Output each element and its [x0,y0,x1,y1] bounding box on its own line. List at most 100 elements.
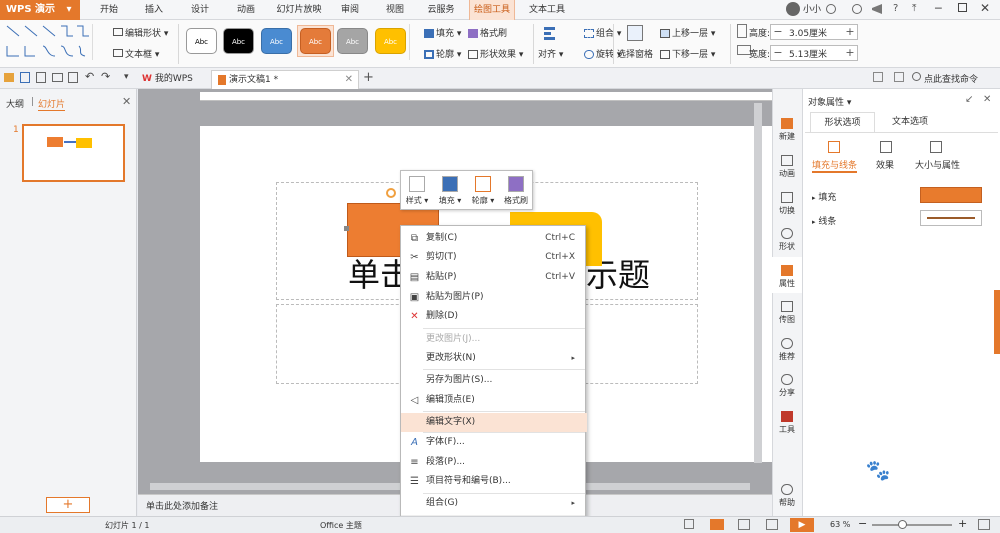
rail-new-button[interactable]: 新建 [772,118,802,142]
tab-outline[interactable]: 大纲 [6,97,24,110]
menu-item-delete[interactable]: ✕ 删除(D) [401,307,587,326]
mini-format-painter-button[interactable]: 格式刷 [500,171,532,206]
reading-view-icon[interactable] [766,519,778,530]
app-menu-button[interactable]: WPS 演示 ▾ [0,0,80,20]
shape-style-gray[interactable]: Abc [337,28,368,54]
menu-item-copy[interactable]: ⧉ 复制(C) Ctrl+C [401,229,587,248]
menu-item-group[interactable]: 组合(G) ▸ [401,494,587,513]
mini-style-button[interactable]: 样式 ▾ [401,171,433,206]
save-icon[interactable] [20,72,30,83]
line-row[interactable]: ▸ 线条 [812,214,836,227]
outline-button[interactable]: 轮廓 ▾ [424,47,461,60]
shape-style-white[interactable]: Abc [186,28,217,54]
fill-button[interactable]: 填充 ▾ [424,26,461,39]
close-tab-icon[interactable]: ✕ [345,71,353,89]
shape-style-yellow[interactable]: Abc [375,28,406,54]
print-icon[interactable] [52,73,63,82]
width-decrement-button[interactable]: − [771,46,785,60]
horizontal-ruler[interactable] [200,92,772,101]
search-icon[interactable] [912,72,921,81]
tab-design[interactable]: 设计 [186,0,214,20]
add-slide-button[interactable]: + [46,497,90,513]
preview-icon[interactable] [68,72,78,83]
width-value[interactable]: 5.13厘米 [789,47,827,60]
bring-forward-button[interactable]: 上移一层 ▾ [660,26,715,39]
play-slideshow-icon[interactable]: ▶ [790,518,814,532]
dock-icon[interactable]: ↙ [965,94,973,105]
format-painter-button[interactable]: 格式刷 [468,26,507,39]
menu-item-edit-text[interactable]: 编辑文字(X) [401,413,587,432]
avatar[interactable] [786,2,800,16]
zoom-slider[interactable] [872,524,952,526]
mini-outline-button[interactable]: 轮廓 ▾ [467,171,499,206]
menu-item-bullets[interactable]: ☰ 项目符号和编号(B)... [401,472,587,491]
shape-effect-button[interactable]: 形状效果 ▾ [468,47,523,60]
skin-icon[interactable] [873,72,883,82]
zoom-out-button[interactable]: − [858,517,867,530]
rail-shape-button[interactable]: 形状 [772,228,802,252]
selection-pane-icon[interactable] [627,25,643,41]
tab-slides[interactable]: 幻灯片 [38,97,66,111]
rotate-button[interactable]: 旋转 ▾ [584,47,621,60]
height-decrement-button[interactable]: − [771,25,785,39]
height-increment-button[interactable]: + [843,25,857,39]
rail-animation-button[interactable]: 动画 [772,155,802,179]
fill-row[interactable]: ▸ 填充 [812,190,836,203]
menu-item-change-picture[interactable]: 更改图片(J)... [401,330,587,349]
notes-toggle-icon[interactable] [684,519,694,529]
tab-shape-options[interactable]: 形状选项 [810,112,875,132]
minimize-icon[interactable]: ─ [935,2,942,15]
panel-edge-tab[interactable] [994,290,1000,354]
edit-shape-button[interactable]: 编辑形状 ▾ [113,26,168,39]
export-pdf-icon[interactable] [36,72,46,83]
user-name[interactable]: 小小 [803,0,821,20]
subtab-fill-line[interactable]: 填充与线条 [812,158,858,173]
width-increment-button[interactable]: + [843,46,857,60]
vertical-scrollbar[interactable] [754,103,762,463]
rail-transition-button[interactable]: 切换 [772,192,802,216]
line-shapes-gallery[interactable] [5,24,93,60]
tab-slideshow[interactable]: 幻灯片放映 [274,0,324,20]
rail-properties-button[interactable]: 属性 [772,265,802,289]
height-value[interactable]: 3.05厘米 [789,26,827,39]
mini-fill-button[interactable]: 填充 ▾ [434,171,466,206]
tab-my-wps[interactable]: W 我的WPS [136,70,199,89]
open-folder-icon[interactable] [4,73,14,82]
rail-share-button[interactable]: 分享 [772,374,802,398]
undo-icon[interactable]: ↶ [85,70,94,83]
maximize-icon[interactable] [958,3,967,12]
rail-help-button[interactable]: 帮助 [772,484,802,508]
shape-style-blue[interactable]: Abc [261,28,292,54]
style-gallery-scroll[interactable] [409,24,418,60]
tab-home[interactable]: 开始 [96,0,122,20]
menu-item-save-as-picture[interactable]: 另存为图片(S)... [401,371,587,390]
tab-animation[interactable]: 动画 [232,0,260,20]
slide-sorter-icon[interactable] [738,519,750,530]
tab-cloud[interactable]: 云服务 [422,0,460,20]
text-box-button[interactable]: 文本框 ▾ [113,47,159,60]
tab-insert[interactable]: 插入 [140,0,168,20]
slide-thumbnail[interactable] [22,124,125,182]
shape-style-black[interactable]: Abc [223,28,254,54]
menu-item-paste[interactable]: ▤ 粘贴(P) Ctrl+V [401,268,587,287]
resize-handle[interactable] [344,226,349,231]
menu-item-cut[interactable]: ✂ 剪切(T) Ctrl+X [401,248,587,267]
normal-view-icon[interactable] [710,519,724,530]
tab-text-options[interactable]: 文本选项 [880,112,940,132]
send-backward-button[interactable]: 下移一层 ▾ [660,47,715,60]
menu-item-paragraph[interactable]: ≡ 段落(P)... [401,453,587,472]
command-search-input[interactable]: 点此查找命令 [924,72,978,85]
rail-tools-button[interactable]: 工具 [772,411,802,435]
menu-item-edit-points[interactable]: ◁ 编辑顶点(E) [401,391,587,410]
share-icon[interactable] [872,4,882,14]
close-panel-icon[interactable]: ✕ [122,95,131,108]
align-icon[interactable] [542,25,558,41]
line-style-swatch[interactable] [920,210,982,226]
zoom-level[interactable]: 63 % [830,520,850,529]
subtab-size-properties[interactable]: 大小与属性 [915,158,960,171]
height-stepper[interactable]: − 3.05厘米 + [770,24,858,40]
tab-view[interactable]: 视图 [381,0,409,20]
quick-access-more-icon[interactable]: ▾ [124,72,129,82]
close-panel-icon[interactable]: ✕ [983,94,991,105]
zoom-slider-thumb[interactable] [898,520,907,529]
